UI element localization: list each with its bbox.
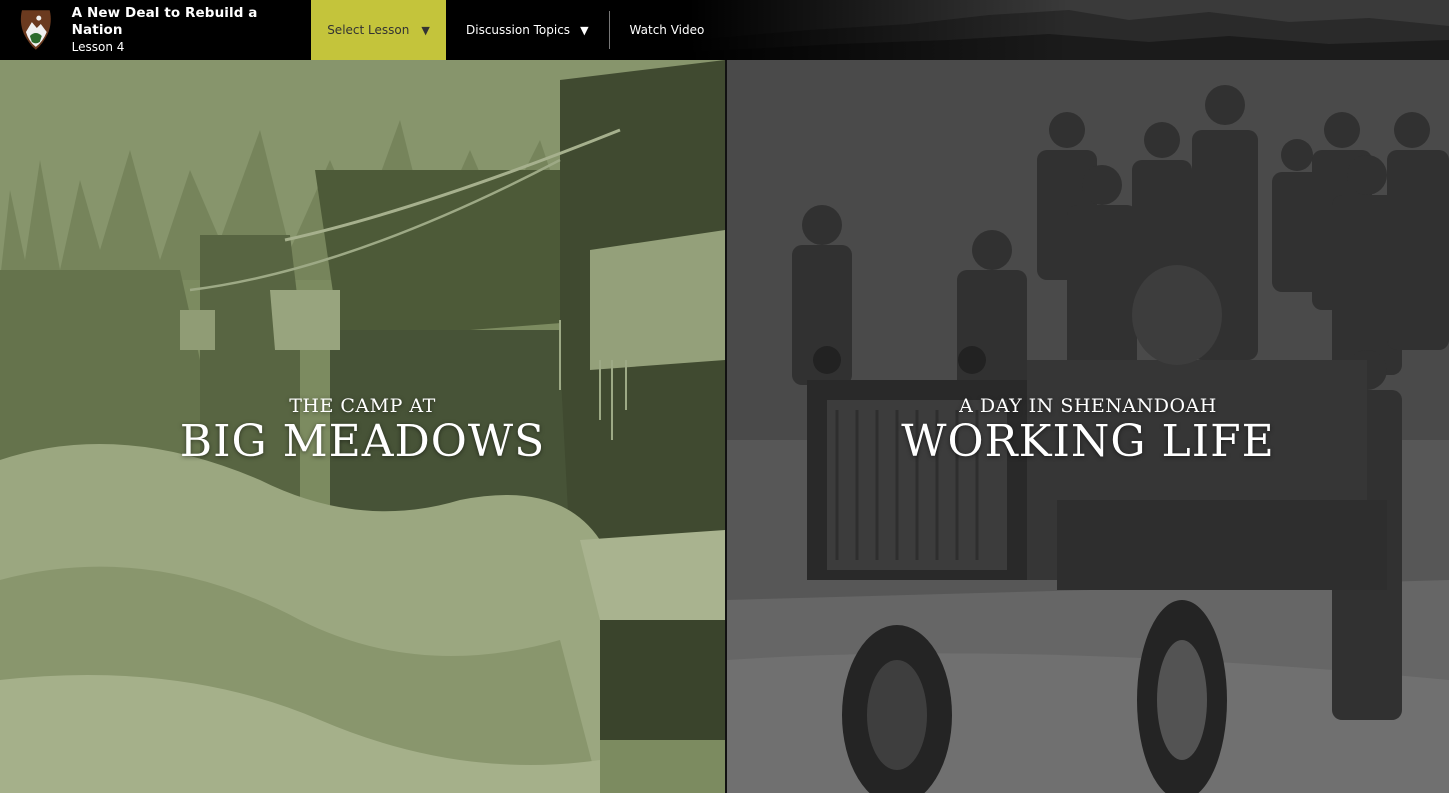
select-lesson-label: Select Lesson xyxy=(327,23,410,37)
discussion-topics-label: Discussion Topics xyxy=(466,23,571,37)
select-lesson-dropdown[interactable]: Select Lesson ▼ xyxy=(311,0,446,60)
discussion-topics-dropdown[interactable]: Discussion Topics ▼ xyxy=(446,0,609,60)
brand[interactable]: A New Deal to Rebuild a Nation Lesson 4 xyxy=(0,0,311,60)
app-title: A New Deal to Rebuild a Nation xyxy=(71,5,258,38)
big-meadows-kicker: THE CAMP AT xyxy=(289,395,436,417)
working-life-kicker: A DAY IN SHENANDOAH xyxy=(959,395,1217,417)
watch-video-label: Watch Video xyxy=(629,23,705,37)
panel-working-life[interactable]: A DAY IN SHENANDOAH WORKING LIFE xyxy=(727,60,1449,793)
nps-arrowhead-icon xyxy=(20,10,51,50)
big-meadows-title: BIG MEADOWS xyxy=(179,416,546,467)
caret-down-icon: ▼ xyxy=(421,23,430,37)
working-life-caption: A DAY IN SHENANDOAH WORKING LIFE xyxy=(727,395,1449,467)
caret-down-icon: ▼ xyxy=(580,23,589,37)
watch-video-link[interactable]: Watch Video xyxy=(610,0,725,60)
panel-big-meadows[interactable]: THE CAMP AT BIG MEADOWS xyxy=(0,60,725,793)
big-meadows-caption: THE CAMP AT BIG MEADOWS xyxy=(0,395,725,467)
working-life-title: WORKING LIFE xyxy=(901,416,1275,467)
lesson-label: Lesson 4 xyxy=(71,40,125,54)
mountain-background xyxy=(689,0,1449,60)
top-nav-bar: A New Deal to Rebuild a Nation Lesson 4 … xyxy=(0,0,1449,60)
